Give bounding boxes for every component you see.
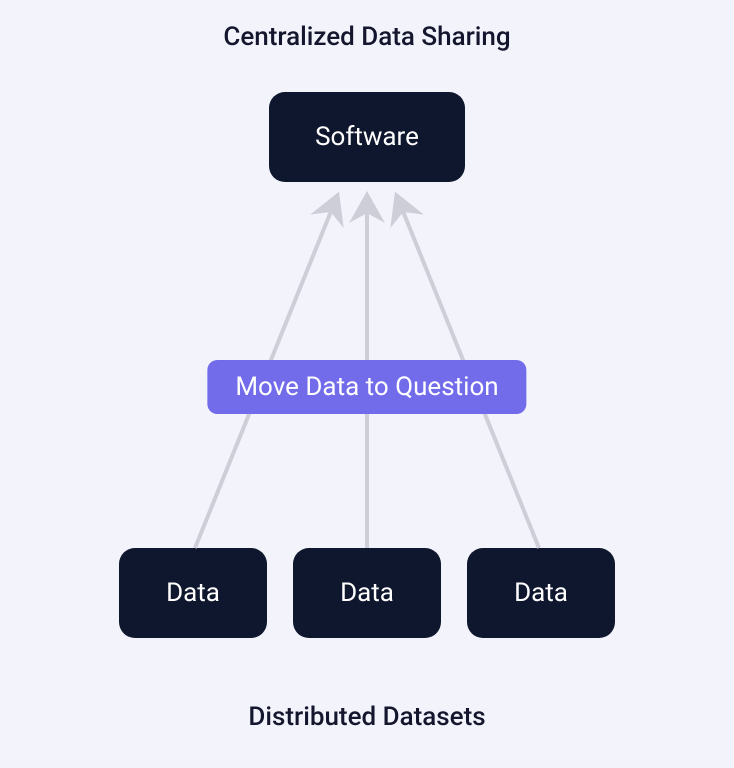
data-box-1-label: Data	[166, 578, 220, 608]
title-distributed: Distributed Datasets	[0, 702, 734, 732]
software-box: Software	[269, 92, 465, 182]
data-box-2: Data	[293, 548, 441, 638]
software-label: Software	[315, 122, 419, 152]
data-box-2-label: Data	[340, 578, 394, 608]
data-box-1: Data	[119, 548, 267, 638]
move-data-text: Move Data to Question	[235, 372, 498, 402]
data-box-3: Data	[467, 548, 615, 638]
diagram-container: Centralized Data Sharing Software Move D…	[0, 0, 734, 768]
move-data-label: Move Data to Question	[207, 360, 526, 414]
title-centralized: Centralized Data Sharing	[0, 22, 734, 52]
data-row: Data Data Data	[0, 548, 734, 638]
data-box-3-label: Data	[514, 578, 568, 608]
